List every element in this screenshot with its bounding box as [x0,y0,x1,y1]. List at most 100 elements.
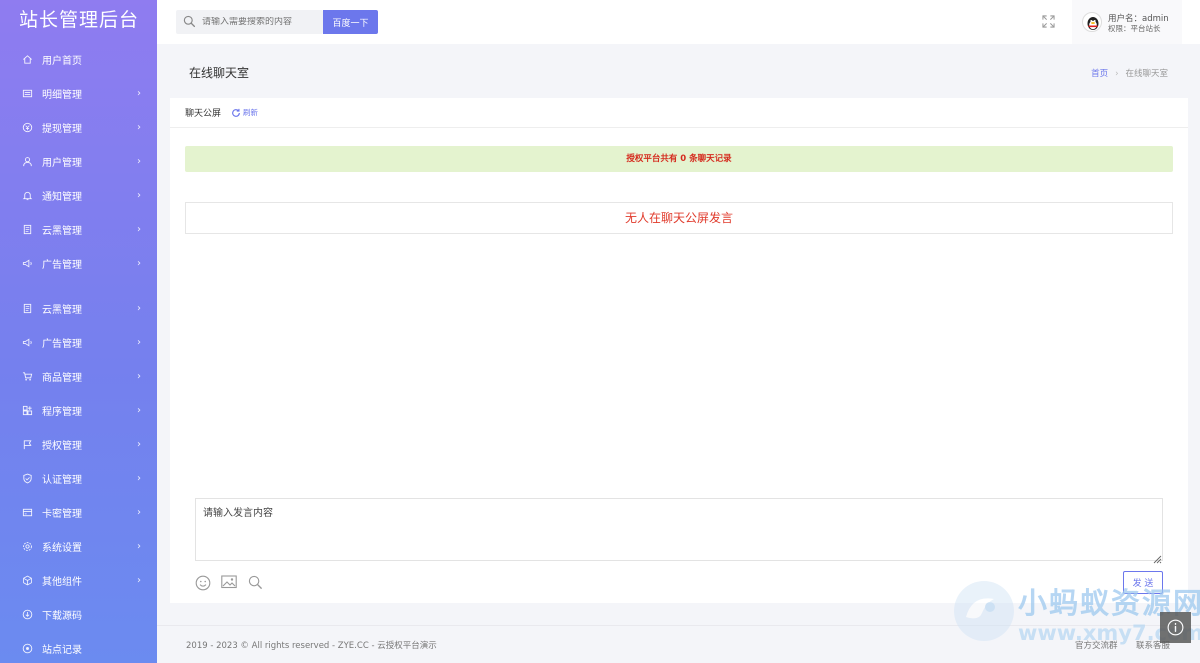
sidebar-item-17[interactable]: 站点记录 [0,633,157,663]
sidebar-item-14[interactable]: 系统设置 › [0,531,157,561]
flag-icon [21,438,33,450]
apps-icon [21,404,33,416]
sidebar-item-6[interactable]: 广告管理 › [0,248,157,278]
watermark-logo-icon [946,577,1016,643]
avatar [1082,12,1102,32]
chevron-right-icon: › [137,223,141,235]
search-icon [183,15,197,29]
megaphone-icon [21,257,33,269]
chevron-right-icon: › [137,370,141,382]
sidebar-item-8[interactable]: 广告管理 › [0,327,157,357]
chevron-right-icon: › [137,302,141,314]
sidebar-item-label: 认证管理 [42,474,82,486]
breadcrumb-home[interactable]: 首页 [1091,69,1108,79]
chevron-right-icon: › [137,472,141,484]
record-icon [21,642,33,654]
chevron-right-icon: › [137,438,141,450]
megaphone-icon [21,336,33,348]
download-icon [21,608,33,620]
sidebar-item-label: 程序管理 [42,406,82,418]
chat-count-notice: 授权平台共有 0 条聊天记录 [185,146,1173,172]
sidebar-item-10[interactable]: 程序管理 › [0,395,157,425]
message-input[interactable]: 请输入发言内容 [195,498,1163,561]
gear-icon [21,540,33,552]
chevron-right-icon: › [137,155,141,167]
sidebar-item-label: 系统设置 [42,542,82,554]
coin-icon [21,121,33,133]
card-header: 聊天公屏 刷新 [170,98,1188,128]
info-icon [1167,619,1184,636]
sidebar-item-1[interactable]: 明细管理 › [0,78,157,108]
chevron-right-icon: › [137,404,141,416]
sidebar-item-13[interactable]: 卡密管理 › [0,497,157,527]
sidebar-item-16[interactable]: 下载源码 [0,599,157,629]
sidebar-item-label: 云黑管理 [42,225,82,237]
sidebar-item-3[interactable]: 用户管理 › [0,146,157,176]
sidebar-item-label: 卡密管理 [42,508,82,520]
sidebar-item-5[interactable]: 云黑管理 › [0,214,157,244]
sidebar-item-label: 提现管理 [42,123,82,135]
search-button[interactable]: 百度一下 [323,10,378,34]
sidebar-item-label: 用户管理 [42,157,82,169]
cube-icon [21,574,33,586]
resize-handle-icon[interactable] [1153,551,1162,564]
image-icon[interactable] [221,575,237,589]
user-icon [21,155,33,167]
empty-chat-message: 无人在聊天公屏发言 [185,202,1173,234]
chevron-right-icon: › [137,540,141,552]
sidebar-item-2[interactable]: 提现管理 › [0,112,157,142]
chevron-right-icon: › [137,506,141,518]
chevron-right-icon: › [137,257,141,269]
refresh-icon [232,108,240,117]
sidebar-item-15[interactable]: 其他组件 › [0,565,157,595]
search-input[interactable] [202,17,320,27]
chevron-right-icon: › [137,189,141,201]
list-icon [21,87,33,99]
sidebar-item-12[interactable]: 认证管理 › [0,463,157,493]
help-button[interactable] [1160,612,1191,643]
user-role: 权限：平台站长 [1108,24,1161,33]
brand-title: 站长管理后台 [19,9,140,31]
breadcrumb-current: 在线聊天室 [1125,69,1168,79]
sidebar-item-label: 授权管理 [42,440,82,452]
chevron-right-icon: › [137,336,141,348]
sidebar-item-9[interactable]: 商品管理 › [0,361,157,391]
sidebar-item-label: 下载源码 [42,610,82,622]
sidebar-item-label: 广告管理 [42,259,82,271]
sidebar-item-0[interactable]: 用户首页 [0,44,157,74]
sidebar-item-label: 云黑管理 [42,304,82,316]
sidebar-item-label: 明细管理 [42,89,82,101]
page-title: 在线聊天室 [189,66,250,80]
sidebar-item-4[interactable]: 通知管理 › [0,180,157,210]
sidebar-item-label: 用户首页 [42,55,82,67]
emoji-icon[interactable] [195,575,211,591]
fullscreen-icon[interactable] [1042,15,1055,28]
copyright: 2019 - 2023 © All rights reserved - ZYE.… [186,641,437,651]
breadcrumb-separator: › [1115,69,1119,79]
chevron-right-icon: › [137,574,141,586]
sidebar-item-11[interactable]: 授权管理 › [0,429,157,459]
refresh-button[interactable]: 刷新 [231,107,258,118]
sidebar-item-label: 站点记录 [42,644,82,656]
panel-title: 聊天公屏 [185,109,222,119]
document-icon [21,302,33,314]
sidebar-item-7[interactable]: 云黑管理 › [0,293,157,323]
chevron-right-icon: › [137,87,141,99]
sidebar-item-label: 通知管理 [42,191,82,203]
card-icon [21,506,33,518]
sidebar-item-label: 商品管理 [42,372,82,384]
top-header: 百度一下 用户名：admin 权限：平台站长 [157,0,1200,44]
breadcrumb: 首页 › 在线聊天室 [1091,67,1168,79]
search-icon[interactable] [248,575,264,590]
sidebar-item-label: 广告管理 [42,338,82,350]
sidebar: 站长管理后台 用户首页 明细管理 › 提现管理 › 用户管理 › 通知管理 › 云黑管理 › 广告管理… [0,0,157,663]
bell-icon [21,189,33,201]
chevron-right-icon: › [137,121,141,133]
user-menu[interactable]: 用户名：admin 权限：平台站长 [1072,0,1182,44]
search-box [176,10,323,34]
document-icon [21,223,33,235]
shield-icon [21,472,33,484]
refresh-label: 刷新 [243,108,259,117]
sidebar-item-label: 其他组件 [42,576,82,588]
cart-icon [21,370,33,382]
